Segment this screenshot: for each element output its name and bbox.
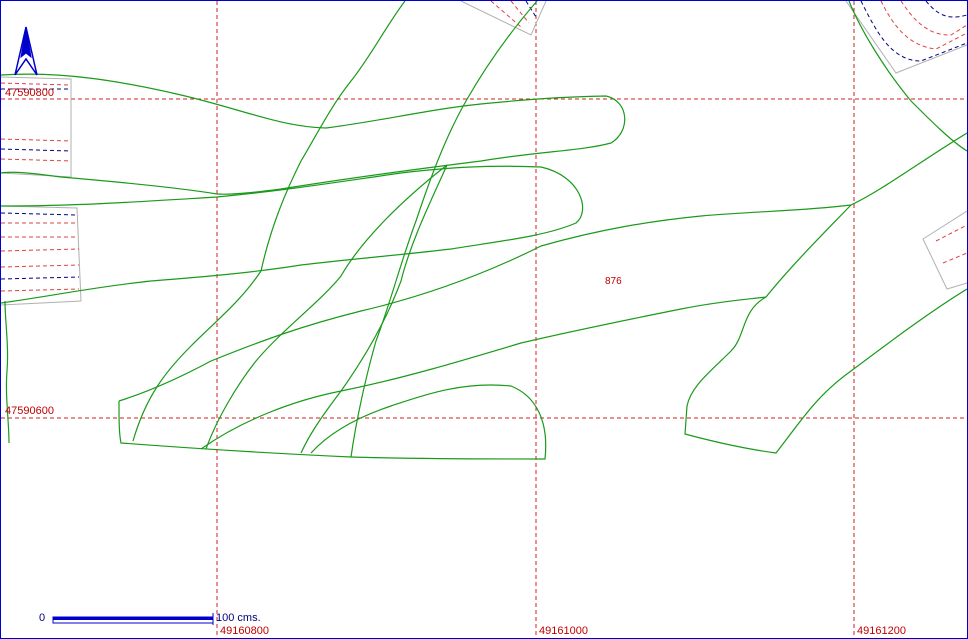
contour-line — [118, 384, 547, 460]
map-svg: 47590800 47590600 49160800 49161000 4916… — [1, 1, 967, 638]
north-arrow-icon — [14, 26, 38, 76]
contour-line — [118, 204, 852, 402]
contour-line — [4, 300, 10, 444]
grid-label-x-left: 49160800 — [220, 625, 269, 637]
grid-label-y-bottom: 47590600 — [5, 405, 54, 417]
scale-bar — [52, 613, 214, 625]
contour-lines — [1, 1, 967, 460]
contour-line — [684, 288, 967, 454]
building-hatch-left-mid — [1, 205, 82, 306]
contour-line — [300, 164, 448, 454]
map-canvas[interactable]: 47590800 47590600 49160800 49161000 4916… — [0, 0, 968, 639]
contour-line — [1, 73, 626, 195]
contour-line — [132, 1, 406, 442]
grid-lines — [1, 1, 967, 638]
scale-label-zero: 0 — [39, 612, 45, 624]
contour-line — [200, 132, 967, 450]
scale-label-unit: 100 cms. — [216, 612, 261, 624]
grid-label-y-top: 47590800 — [5, 87, 54, 99]
building-hatch-top-right — [845, 1, 967, 74]
grid-label-x-right: 49161200 — [857, 625, 906, 637]
building-hatch-right — [922, 210, 967, 290]
contour-line — [350, 1, 538, 458]
contour-line — [848, 1, 967, 152]
parcel-label: 876 — [605, 276, 622, 287]
contour-line — [205, 164, 448, 450]
grid-label-x-mid: 49161000 — [539, 625, 588, 637]
